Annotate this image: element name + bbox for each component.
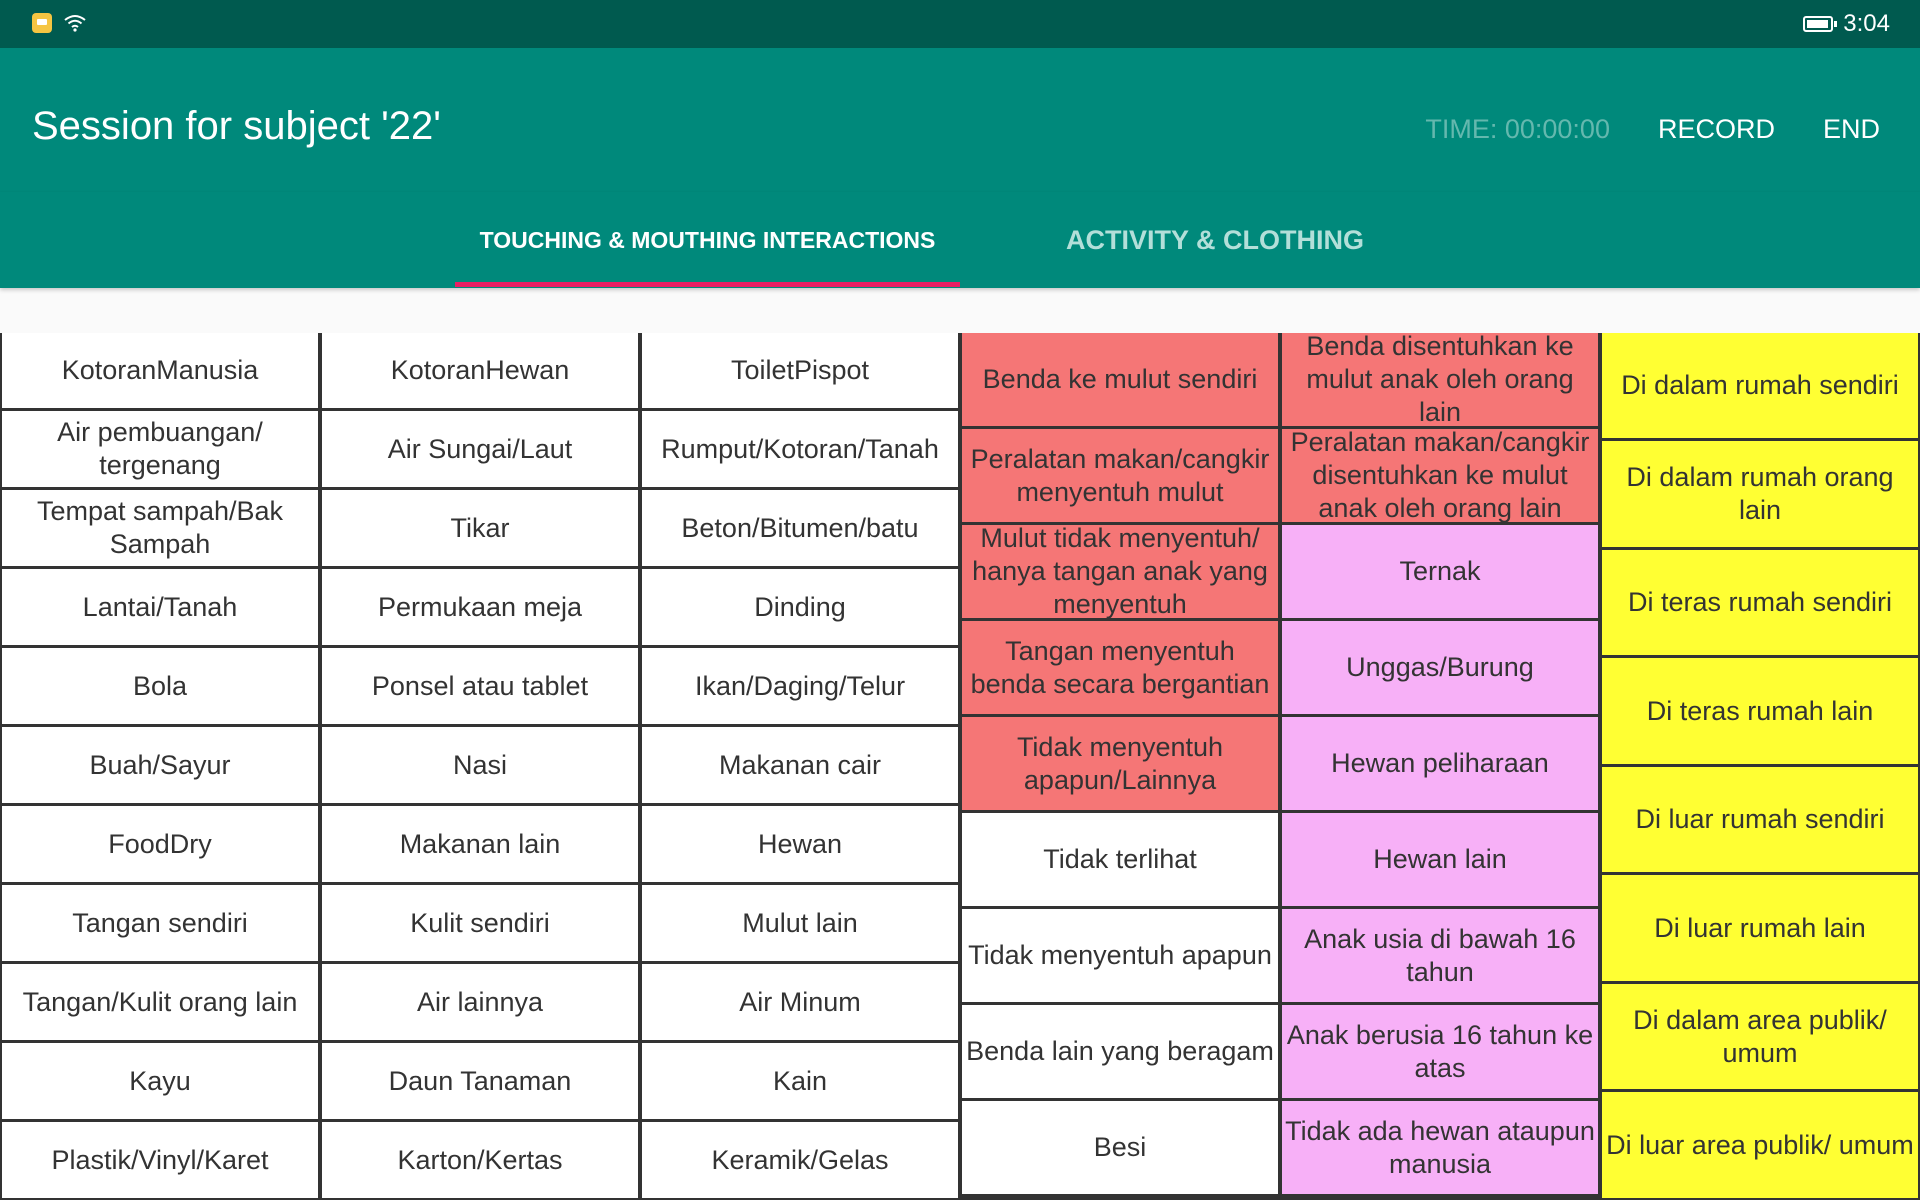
grid-cell-col3-3[interactable]: Beton/Bitumen/batu	[642, 490, 958, 566]
grid-cell-col5-9[interactable]: Tidak ada hewan ataupun manusia	[1282, 1101, 1598, 1194]
mouthing-column: Benda ke mulut sendiri Peralatan makan/ca…	[962, 333, 1278, 1194]
grid-cell-col6-5[interactable]: Di luar rumah sendiri	[1602, 767, 1918, 872]
animals-people-column: Benda disentuhkan ke mulut anak oleh ora…	[1282, 333, 1598, 1194]
surfaces-column-2: KotoranHewan Air Sungai/Laut Tikar Permukaa…	[322, 333, 638, 1198]
grid-cell-col5-1[interactable]: Benda disentuhkan ke mulut anak oleh ora…	[1282, 333, 1598, 426]
grid-cell-col5-6[interactable]: Hewan lain	[1282, 813, 1598, 906]
grid-cell-col3-2[interactable]: Rumput/Kotoran/Tanah	[642, 411, 958, 487]
grid-cell-col1-3[interactable]: Tempat sampah/Bak Sampah	[2, 490, 318, 566]
record-button[interactable]: RECORD	[1658, 114, 1775, 145]
grid-cell-col4-8[interactable]: Benda lain yang beragam	[962, 1005, 1278, 1098]
grid-cell-col3-4[interactable]: Dinding	[642, 569, 958, 645]
grid-cell-col4-5[interactable]: Tidak menyentuh apapun/Lainnya	[962, 717, 1278, 810]
grid-cell-col2-5[interactable]: Ponsel atau tablet	[322, 648, 638, 724]
grid-cell-col6-4[interactable]: Di teras rumah lain	[1602, 658, 1918, 764]
grid-cell-col5-3[interactable]: Ternak	[1282, 525, 1598, 618]
grid-cell-col1-2[interactable]: Air pembuangan/ tergenang	[2, 411, 318, 487]
interaction-grid: KotoranManusia Air pembuangan/ tergenang T…	[0, 333, 1920, 1200]
grid-cell-col6-3[interactable]: Di teras rumah sendiri	[1602, 550, 1918, 655]
app-bar: Session for subject '22' TIME: 00:00:00 …	[0, 48, 1920, 192]
location-column: Di dalam rumah sendiri Di dalam rumah ora…	[1602, 333, 1918, 1198]
grid-cell-col4-7[interactable]: Tidak menyentuh apapun	[962, 909, 1278, 1002]
surfaces-column-1: KotoranManusia Air pembuangan/ tergenang T…	[2, 333, 318, 1198]
tab-touching-mouthing[interactable]: TOUCHING & MOUTHING INTERACTIONS	[455, 192, 960, 288]
grid-cell-col3-8[interactable]: Mulut lain	[642, 885, 958, 961]
grid-cell-col4-9[interactable]: Besi	[962, 1101, 1278, 1194]
grid-cell-col2-7[interactable]: Makanan lain	[322, 806, 638, 882]
grid-cell-col4-6[interactable]: Tidak terlihat	[962, 813, 1278, 906]
grid-cell-col6-7[interactable]: Di dalam area publik/ umum	[1602, 984, 1918, 1089]
grid-cell-col2-2[interactable]: Air Sungai/Laut	[322, 411, 638, 487]
status-bar: 3:04	[0, 0, 1920, 48]
grid-cell-col1-8[interactable]: Tangan sendiri	[2, 885, 318, 961]
grid-cell-col1-5[interactable]: Bola	[2, 648, 318, 724]
grid-cell-col5-5[interactable]: Hewan peliharaan	[1282, 717, 1598, 810]
grid-cell-col5-4[interactable]: Unggas/Burung	[1282, 621, 1598, 714]
grid-cell-col4-1[interactable]: Benda ke mulut sendiri	[962, 333, 1278, 426]
battery-icon	[1803, 16, 1838, 32]
tab-indicator	[455, 282, 960, 287]
grid-cell-col2-3[interactable]: Tikar	[322, 490, 638, 566]
grid-cell-col1-7[interactable]: FoodDry	[2, 806, 318, 882]
grid-cell-col4-2[interactable]: Peralatan makan/cangkir menyentuh mulut	[962, 429, 1278, 522]
grid-cell-col1-1[interactable]: KotoranManusia	[2, 333, 318, 408]
grid-cell-col2-8[interactable]: Kulit sendiri	[322, 885, 638, 961]
grid-cell-col6-2[interactable]: Di dalam rumah orang lain	[1602, 441, 1918, 547]
grid-cell-col1-9[interactable]: Tangan/Kulit orang lain	[2, 964, 318, 1040]
grid-cell-col2-10[interactable]: Daun Tanaman	[322, 1043, 638, 1119]
surfaces-column-3: ToiletPispot Rumput/Kotoran/Tanah Beton/Bi…	[642, 333, 958, 1198]
grid-cell-col2-11[interactable]: Karton/Kertas	[322, 1122, 638, 1198]
grid-cell-col1-6[interactable]: Buah/Sayur	[2, 727, 318, 803]
grid-cell-col3-5[interactable]: Ikan/Daging/Telur	[642, 648, 958, 724]
grid-cell-col6-6[interactable]: Di luar rumah lain	[1602, 875, 1918, 981]
grid-cell-col2-9[interactable]: Air lainnya	[322, 964, 638, 1040]
tab-bar: TOUCHING & MOUTHING INTERACTIONS ACTIVIT…	[0, 192, 1920, 288]
grid-cell-col1-4[interactable]: Lantai/Tanah	[2, 569, 318, 645]
grid-cell-col3-10[interactable]: Kain	[642, 1043, 958, 1119]
grid-cell-col2-4[interactable]: Permukaan meja	[322, 569, 638, 645]
grid-cell-col5-8[interactable]: Anak berusia 16 tahun ke atas	[1282, 1005, 1598, 1098]
grid-cell-col4-3[interactable]: Mulut tidak menyentuh/ hanya tangan anak…	[962, 525, 1278, 618]
grid-cell-col3-9[interactable]: Air Minum	[642, 964, 958, 1040]
grid-cell-col6-8[interactable]: Di luar area publik/ umum	[1602, 1092, 1918, 1198]
grid-cell-col1-11[interactable]: Plastik/Vinyl/Karet	[2, 1122, 318, 1198]
tab-activity-clothing[interactable]: ACTIVITY & CLOTHING	[1030, 192, 1400, 288]
status-time: 3:04	[1843, 10, 1890, 37]
page-title: Session for subject '22'	[32, 104, 441, 148]
wifi-icon	[64, 15, 86, 32]
grid-cell-col5-2[interactable]: Peralatan makan/cangkir disentuhkan ke m…	[1282, 429, 1598, 522]
grid-cell-col2-1[interactable]: KotoranHewan	[322, 333, 638, 408]
end-button[interactable]: END	[1823, 114, 1880, 145]
grid-cell-col3-6[interactable]: Makanan cair	[642, 727, 958, 803]
grid-cell-col6-1[interactable]: Di dalam rumah sendiri	[1602, 333, 1918, 438]
grid-cell-col2-6[interactable]: Nasi	[322, 727, 638, 803]
grid-cell-col4-4[interactable]: Tangan menyentuh benda secara bergantian	[962, 621, 1278, 714]
grid-cell-col3-7[interactable]: Hewan	[642, 806, 958, 882]
grid-cell-col5-7[interactable]: Anak usia di bawah 16 tahun	[1282, 909, 1598, 1002]
sim-icon	[32, 13, 52, 33]
grid-cell-col1-10[interactable]: Kayu	[2, 1043, 318, 1119]
grid-cell-col3-11[interactable]: Keramik/Gelas	[642, 1122, 958, 1198]
grid-cell-col3-1[interactable]: ToiletPispot	[642, 333, 958, 408]
session-timer: TIME: 00:00:00	[1425, 114, 1610, 144]
